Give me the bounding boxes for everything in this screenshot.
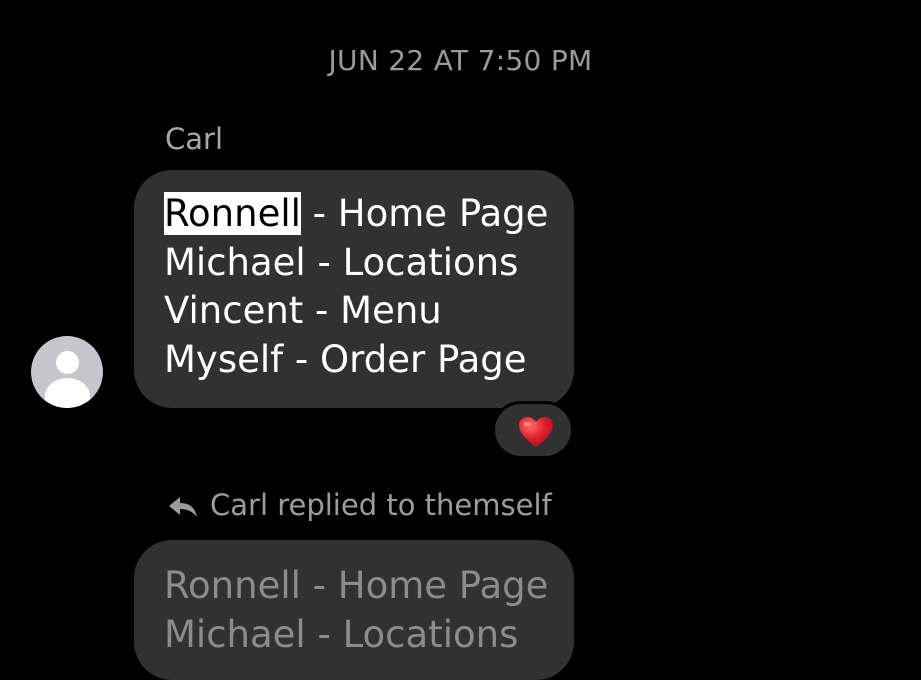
quoted-message-bubble[interactable]: Ronnell - Home Page Michael - Locations xyxy=(134,540,574,680)
heart-icon xyxy=(519,417,553,447)
message-timestamp: JUN 22 AT 7:50 PM xyxy=(328,44,593,77)
avatar-head-shape xyxy=(56,351,79,374)
message-line-rest: - Home Page xyxy=(300,192,549,235)
quoted-line: Ronnell - Home Page xyxy=(164,564,549,607)
message-line: Myself - Order Page xyxy=(164,337,527,381)
message-line: Vincent - Menu xyxy=(164,289,442,332)
selected-text[interactable]: Ronnell xyxy=(164,192,301,235)
reply-arrow-icon xyxy=(169,497,197,517)
reaction-badge[interactable] xyxy=(492,401,574,459)
sender-name: Carl xyxy=(165,122,223,156)
quoted-line: Michael - Locations xyxy=(164,612,519,656)
reply-indicator: Carl replied to themself xyxy=(168,488,552,522)
avatar[interactable] xyxy=(31,336,103,408)
message-text: Ronnell - Home Page Michael - Locations … xyxy=(164,190,548,384)
message-line: Michael - Locations xyxy=(164,240,519,284)
message-bubble[interactable]: Ronnell - Home Page Michael - Locations … xyxy=(134,170,574,408)
reply-note-text: Carl replied to themself xyxy=(210,488,552,522)
message-line: Ronnell - Home Page xyxy=(164,190,548,239)
quoted-message-text: Ronnell - Home Page Michael - Locations xyxy=(164,562,548,659)
avatar-shoulders-shape xyxy=(45,378,90,408)
